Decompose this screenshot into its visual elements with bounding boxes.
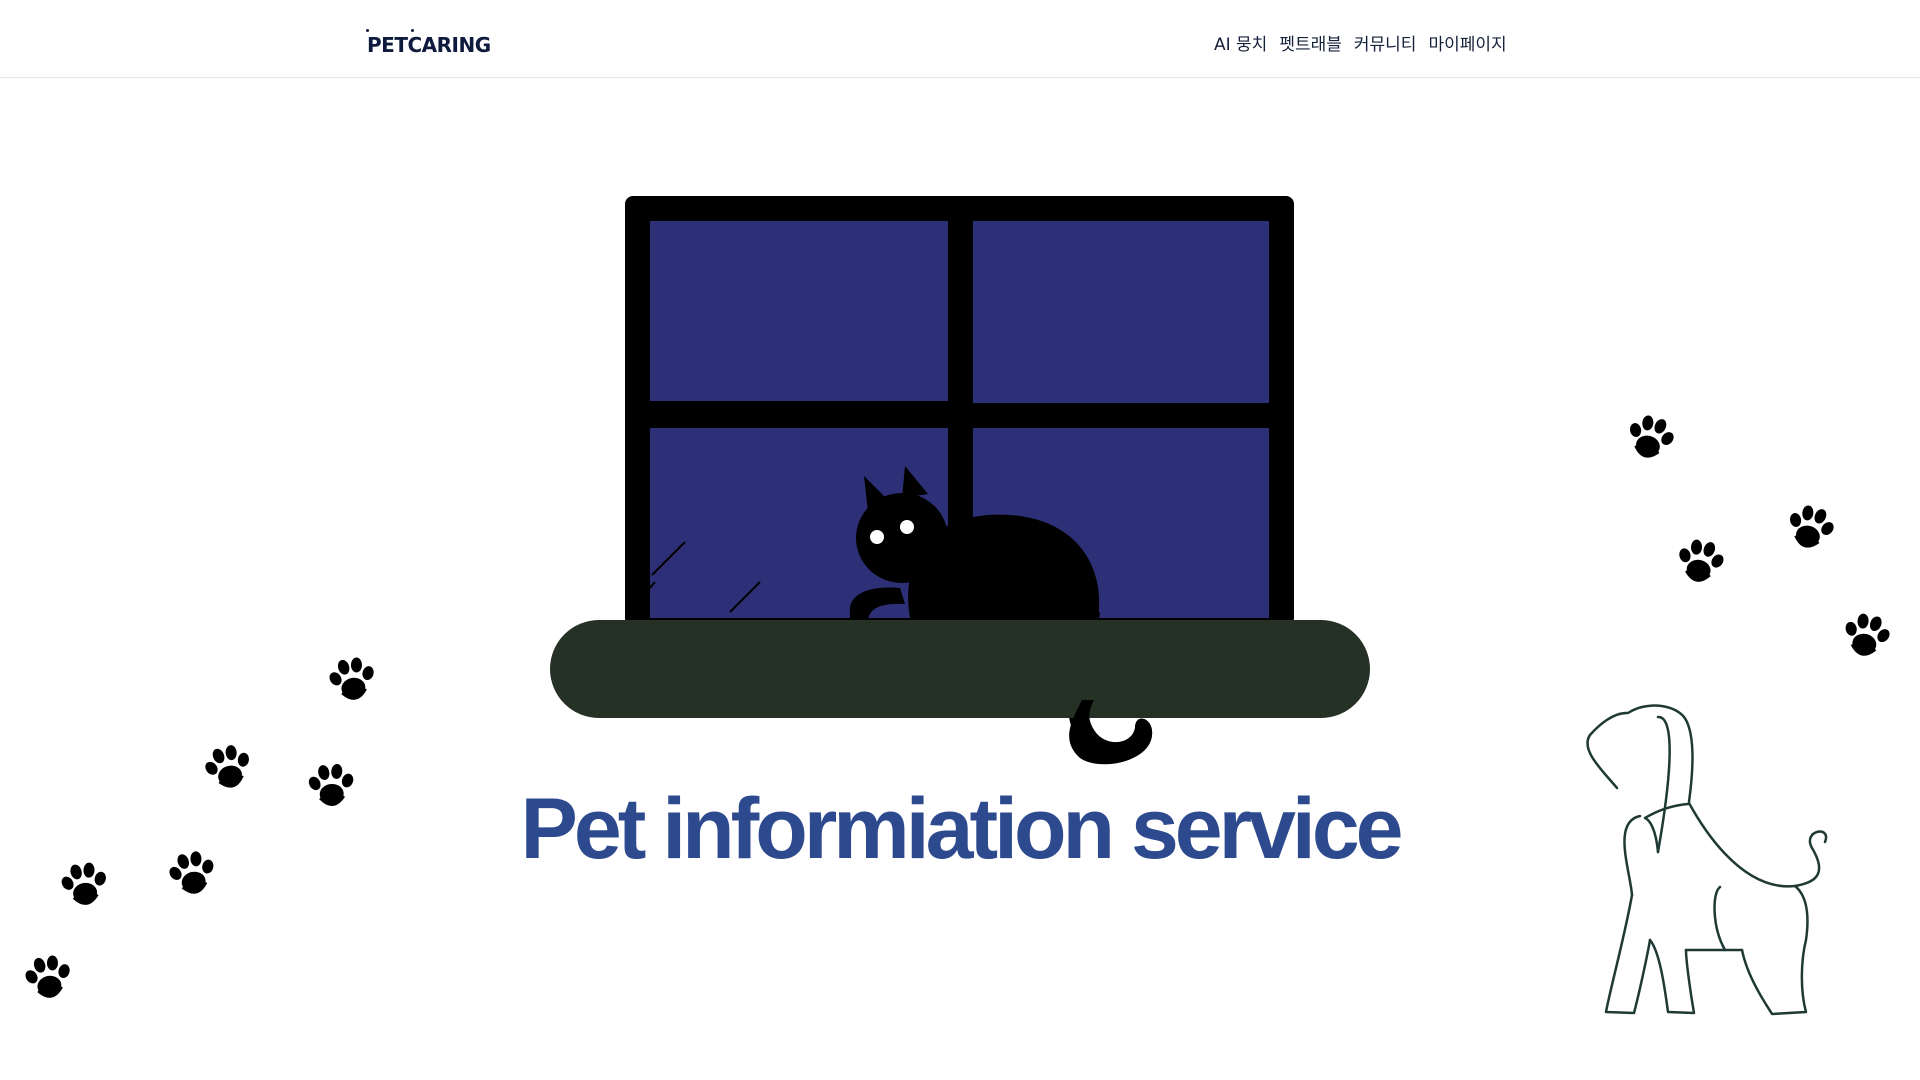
page: PETCARING AI 뭉치 펫트래블 커뮤니티 마이페이지 Pet info… xyxy=(0,0,1920,1080)
paw-print-icon xyxy=(1672,535,1729,587)
hero-illustration xyxy=(20,196,1896,1016)
paw-print-icon xyxy=(324,653,381,704)
paw-print-icon xyxy=(1838,609,1896,661)
paw-print-icon xyxy=(20,951,77,1002)
paw-print-icon xyxy=(1621,410,1680,464)
paw-prints-right xyxy=(1621,410,1896,661)
hero-title: Pet informiation service xyxy=(520,781,1404,877)
paw-print-icon xyxy=(1781,500,1840,554)
window-sill xyxy=(550,620,1370,718)
